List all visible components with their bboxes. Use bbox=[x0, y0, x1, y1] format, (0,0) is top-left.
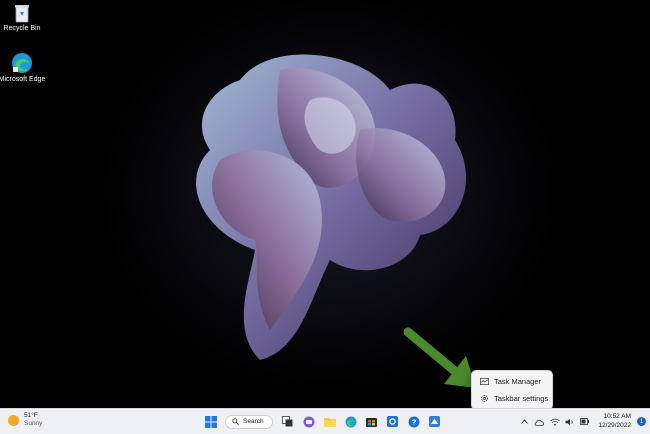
battery-icon bbox=[580, 418, 589, 425]
clock[interactable]: 10:52 AM 12/29/2022 bbox=[598, 413, 631, 430]
battery-button[interactable] bbox=[579, 416, 590, 427]
show-hidden-icons-button[interactable] bbox=[519, 416, 530, 427]
taskbar-context-menu: Task Manager Taskbar settings bbox=[471, 370, 553, 408]
help-button[interactable]: ? bbox=[405, 413, 422, 430]
help-icon: ? bbox=[408, 416, 419, 427]
app-icon bbox=[387, 416, 398, 427]
search-icon bbox=[232, 418, 239, 425]
menu-item-taskbar-settings[interactable]: Taskbar settings bbox=[472, 390, 552, 407]
taskbar-apps: Search ? bbox=[200, 412, 445, 431]
edge-icon bbox=[12, 53, 32, 73]
wifi-button[interactable] bbox=[549, 416, 560, 427]
weather-widget[interactable]: 51°F Sunny bbox=[8, 412, 42, 428]
chevron-up-icon bbox=[521, 419, 529, 424]
menu-item-task-manager[interactable]: Task Manager bbox=[472, 373, 552, 390]
clock-time: 10:52 AM bbox=[603, 413, 631, 421]
file-explorer-icon bbox=[323, 418, 336, 427]
desktop-icon-label: Microsoft Edge bbox=[0, 76, 46, 83]
recycle-bin-icon bbox=[15, 5, 29, 23]
svg-text:?: ? bbox=[411, 417, 416, 426]
wifi-icon bbox=[550, 418, 560, 426]
notification-badge[interactable]: 1 bbox=[637, 417, 646, 426]
volume-button[interactable] bbox=[564, 416, 575, 427]
edge-taskbar-button[interactable] bbox=[342, 413, 359, 430]
desktop-icon-label: Recycle Bin bbox=[3, 25, 41, 32]
system-tray: 10:52 AM 12/29/2022 1 bbox=[517, 412, 646, 431]
cloud-icon bbox=[535, 419, 545, 426]
weather-condition: Sunny bbox=[24, 420, 43, 428]
task-view-button[interactable] bbox=[279, 413, 296, 430]
taskbar[interactable]: 51°F Sunny Search ? 10:52 AM 12/29/2022 … bbox=[0, 408, 650, 434]
menu-item-label: Task Manager bbox=[494, 377, 542, 386]
edge-icon bbox=[345, 416, 356, 427]
chat-icon bbox=[303, 416, 314, 427]
start-icon bbox=[204, 415, 217, 428]
task-manager-icon bbox=[480, 377, 489, 386]
search-label: Search bbox=[243, 418, 264, 425]
chat-button[interactable] bbox=[300, 413, 317, 430]
store-icon bbox=[366, 418, 377, 427]
taskbar-search[interactable]: Search bbox=[225, 414, 273, 429]
store-button[interactable] bbox=[363, 413, 380, 430]
start-button[interactable] bbox=[202, 413, 219, 430]
menu-item-label: Taskbar settings bbox=[494, 394, 549, 403]
clock-date: 12/29/2022 bbox=[598, 421, 631, 429]
onedrive-button[interactable] bbox=[534, 416, 545, 427]
green-arrow-annotation bbox=[403, 327, 476, 388]
speaker-icon bbox=[565, 418, 573, 425]
app-button[interactable] bbox=[426, 413, 443, 430]
desktop-icon-edge[interactable]: Microsoft Edge bbox=[0, 52, 47, 84]
app-button[interactable] bbox=[384, 413, 401, 430]
gear-icon bbox=[481, 395, 488, 402]
desktop: Recycle Bin Microsoft Edge Task Manager … bbox=[0, 0, 650, 408]
desktop-icon-recycle-bin[interactable]: Recycle Bin bbox=[0, 3, 44, 33]
file-explorer-button[interactable] bbox=[321, 413, 338, 430]
sun-icon bbox=[8, 414, 19, 426]
task-view-icon bbox=[282, 416, 293, 427]
weather-temp: 51°F bbox=[24, 412, 38, 419]
app-icon bbox=[429, 416, 440, 427]
